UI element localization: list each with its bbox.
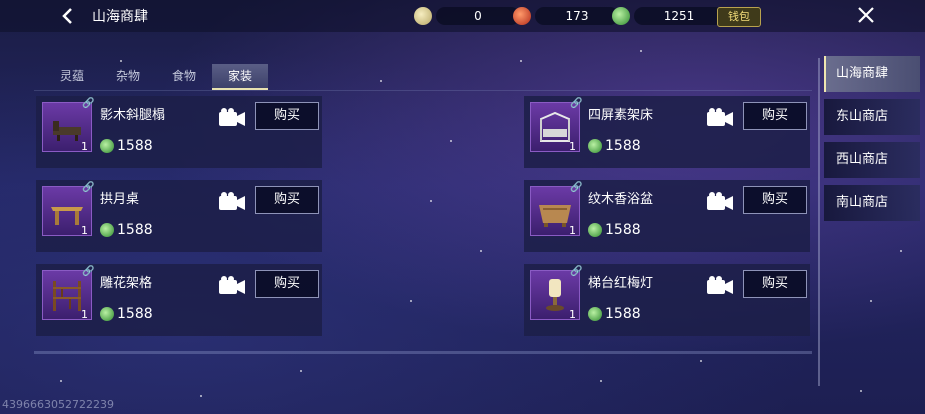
preview-camera-icon[interactable] — [218, 274, 246, 296]
preview-camera-icon[interactable] — [218, 106, 246, 128]
buy-button[interactable]: 购买 — [255, 102, 319, 130]
tab-divider — [34, 90, 812, 91]
green-coin-icon — [588, 307, 602, 321]
tab-misc[interactable]: 杂物 — [100, 64, 156, 88]
green-coin-icon — [100, 139, 114, 153]
shop-menu: 山海商肆 东山商店 西山商店 南山商店 — [824, 56, 920, 228]
item-price-value: 1588 — [117, 138, 153, 154]
item-card[interactable]: 🔗 1 四屏素架床 1588 购买 — [524, 96, 810, 168]
preview-camera-icon[interactable] — [706, 106, 734, 128]
item-name: 纹木香浴盆 — [588, 192, 654, 207]
panel-bottom-divider — [34, 351, 812, 354]
currency-jade-value: 0 — [436, 7, 520, 25]
shop-item-xishan[interactable]: 西山商店 — [824, 142, 920, 178]
item-card[interactable]: 🔗 1 纹木香浴盆 1588 购买 — [524, 180, 810, 252]
item-quantity: 1 — [569, 224, 576, 237]
item-price: 1588 — [588, 138, 641, 154]
buy-button[interactable]: 购买 — [743, 186, 807, 214]
user-id: 4396663052722239 — [2, 398, 114, 411]
currency-red: 173 — [513, 5, 619, 27]
link-icon: 🔗 — [82, 98, 95, 109]
shop-item-nanshan[interactable]: 南山商店 — [824, 185, 920, 221]
item-price: 1588 — [100, 306, 153, 322]
green-coin-icon — [588, 223, 602, 237]
buy-button[interactable]: 购买 — [743, 270, 807, 298]
item-price-value: 1588 — [117, 306, 153, 322]
link-icon: 🔗 — [82, 182, 95, 193]
link-icon: 🔗 — [570, 98, 583, 109]
item-name: 拱月桌 — [100, 192, 140, 207]
item-price-value: 1588 — [605, 306, 641, 322]
tab-furnishing[interactable]: 家装 — [212, 64, 268, 90]
buy-button[interactable]: 购买 — [255, 186, 319, 214]
item-quantity: 1 — [569, 308, 576, 321]
currency-green: 1251 — [612, 5, 724, 27]
shop-item-dongshan[interactable]: 东山商店 — [824, 99, 920, 135]
link-icon: 🔗 — [570, 182, 583, 193]
green-coin-icon — [612, 7, 630, 25]
item-price-value: 1588 — [605, 138, 641, 154]
item-price: 1588 — [588, 306, 641, 322]
item-name: 雕花架格 — [100, 276, 153, 291]
currency-green-value: 1251 — [634, 7, 724, 25]
link-icon: 🔗 — [82, 266, 95, 277]
category-tabs: 灵蕴 杂物 食物 家装 — [44, 64, 268, 90]
item-card[interactable]: 🔗 1 拱月桌 1588 购买 — [36, 180, 322, 252]
tab-linyun[interactable]: 灵蕴 — [44, 64, 100, 88]
green-coin-icon — [100, 223, 114, 237]
item-card[interactable]: 🔗 1 梯台红梅灯 1588 购买 — [524, 264, 810, 336]
item-name: 四屏素架床 — [588, 108, 654, 123]
shop-menu-divider — [818, 58, 820, 386]
item-quantity: 1 — [569, 140, 576, 153]
link-icon: 🔗 — [570, 266, 583, 277]
tab-food[interactable]: 食物 — [156, 64, 212, 88]
item-price-value: 1588 — [605, 222, 641, 238]
item-card[interactable]: 🔗 1 影木斜腿榻 1588 购买 — [36, 96, 322, 168]
item-price-value: 1588 — [117, 222, 153, 238]
red-gem-icon — [513, 7, 531, 25]
item-price: 1588 — [588, 222, 641, 238]
preview-camera-icon[interactable] — [706, 190, 734, 212]
green-coin-icon — [100, 307, 114, 321]
item-name: 影木斜腿榻 — [100, 108, 166, 123]
currency-red-value: 173 — [535, 7, 619, 25]
page-title: 山海商肆 — [92, 9, 148, 25]
preview-camera-icon[interactable] — [218, 190, 246, 212]
item-quantity: 1 — [81, 224, 88, 237]
shop-panel: 灵蕴 杂物 食物 家装 🔗 1 影木斜腿榻 1588 购买 🔗 1 四屏素架床 … — [34, 58, 812, 354]
buy-button[interactable]: 购买 — [255, 270, 319, 298]
shop-item-shanhai[interactable]: 山海商肆 — [824, 56, 920, 92]
jade-coin-icon — [414, 7, 432, 25]
item-quantity: 1 — [81, 140, 88, 153]
green-coin-icon — [588, 139, 602, 153]
item-price: 1588 — [100, 138, 153, 154]
chevron-left-icon — [62, 8, 72, 24]
top-bar: 山海商肆 0 173 1251 钱包 — [0, 0, 925, 32]
wallet-button[interactable]: 钱包 — [717, 7, 761, 27]
item-name: 梯台红梅灯 — [588, 276, 654, 291]
close-icon — [858, 7, 874, 23]
close-button[interactable] — [854, 3, 878, 27]
item-card[interactable]: 🔗 1 雕花架格 1588 购买 — [36, 264, 322, 336]
item-quantity: 1 — [81, 308, 88, 321]
buy-button[interactable]: 购买 — [743, 102, 807, 130]
currency-jade: 0 — [414, 5, 520, 27]
back-button[interactable] — [56, 4, 80, 28]
item-price: 1588 — [100, 222, 153, 238]
preview-camera-icon[interactable] — [706, 274, 734, 296]
